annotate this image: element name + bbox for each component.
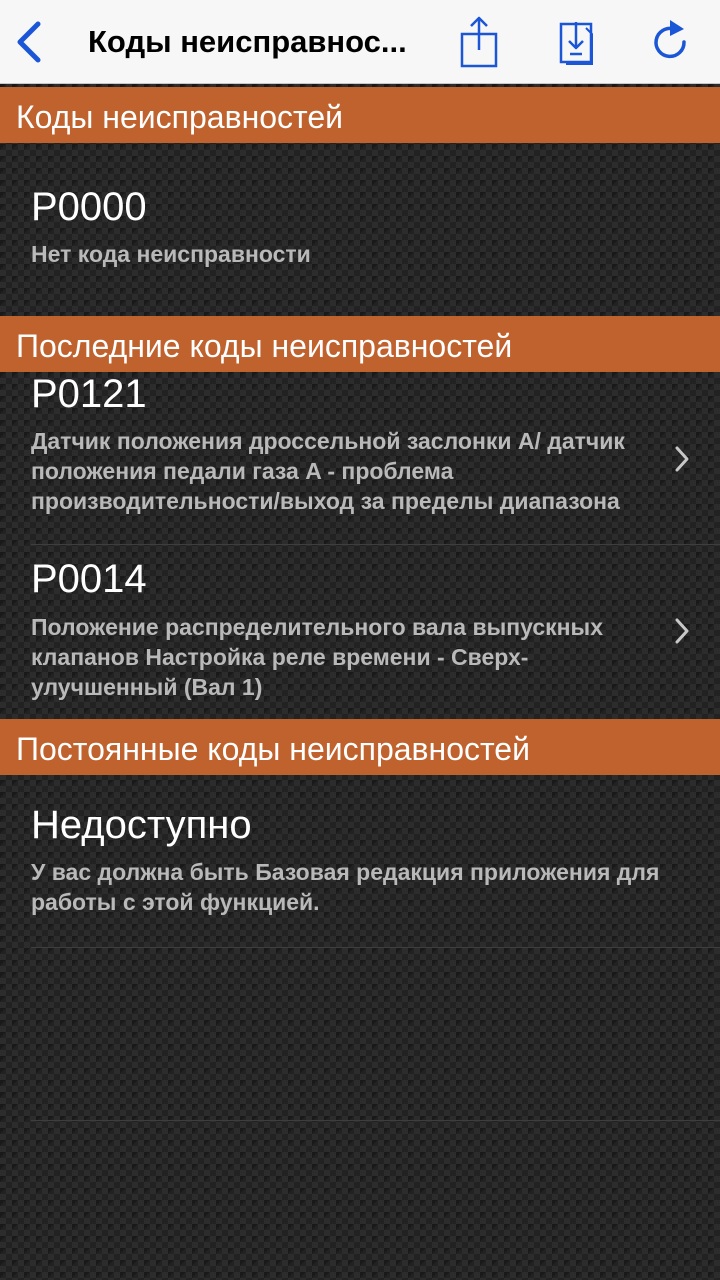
trouble-code: P0000 — [31, 185, 147, 229]
chevron-right-icon — [675, 446, 689, 472]
divider — [31, 1120, 720, 1121]
divider — [31, 947, 720, 948]
save-button[interactable] — [552, 14, 602, 70]
section-header-permanent-codes: Постоянные коды неисправностей — [0, 719, 720, 775]
section-header-current-codes: Коды неисправностей — [0, 87, 720, 143]
trouble-code-description: Положение распределительного вала выпуск… — [31, 614, 603, 700]
trouble-code: P0014 — [31, 557, 147, 601]
list-item: Недоступно У вас должна быть Базовая ред… — [0, 775, 720, 947]
share-button[interactable] — [454, 14, 504, 70]
list-item-p0121[interactable]: P0121 Датчик положения дроссельной засло… — [0, 372, 720, 544]
list-item: P0000 Нет кода неисправности — [0, 143, 720, 313]
trouble-code-description: Датчик положения дроссельной заслонки A/… — [31, 428, 625, 514]
section-header-recent-codes: Последние коды неисправностей — [0, 316, 720, 372]
list-item-p0014[interactable]: P0014 Положение распределительного вала … — [0, 545, 720, 717]
trouble-code-description: Нет кода неисправности — [31, 241, 311, 267]
download-icon — [559, 22, 593, 65]
share-icon — [460, 16, 498, 68]
refresh-button[interactable] — [646, 14, 696, 70]
trouble-code-description: У вас должна быть Базовая редакция прило… — [31, 859, 660, 915]
refresh-icon — [654, 20, 686, 59]
back-button[interactable] — [12, 18, 52, 66]
chevron-left-icon — [17, 21, 41, 63]
chevron-right-icon — [675, 618, 689, 644]
page-title: Коды неисправнос... — [88, 24, 407, 59]
navigation-bar: Коды неисправнос... — [0, 0, 720, 84]
trouble-code: Недоступно — [31, 803, 252, 847]
trouble-code: P0121 — [31, 372, 147, 416]
